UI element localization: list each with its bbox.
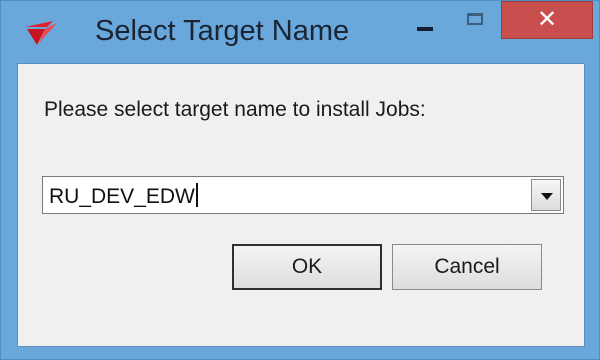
minimize-icon <box>417 27 433 31</box>
select-target-dialog-window: Select Target Name ✕ Please select targe… <box>0 0 600 360</box>
target-name-combobox[interactable]: RU_DEV_EDW <box>42 176 564 214</box>
close-icon: ✕ <box>536 6 558 33</box>
dialog-body: Please select target name to install Job… <box>17 63 585 347</box>
maximize-button[interactable] <box>453 1 499 41</box>
chevron-down-icon <box>541 193 553 200</box>
maximize-icon <box>467 13 483 25</box>
target-name-input[interactable]: RU_DEV_EDW <box>49 183 198 209</box>
dropdown-button[interactable] <box>531 179 561 211</box>
app-logo-icon <box>25 21 57 45</box>
text-caret <box>195 183 198 207</box>
target-name-value: RU_DEV_EDW <box>49 185 195 208</box>
cancel-button[interactable]: Cancel <box>392 244 542 290</box>
title-bar[interactable]: Select Target Name ✕ <box>1 1 599 63</box>
ok-button[interactable]: OK <box>232 244 382 290</box>
prompt-label: Please select target name to install Job… <box>44 98 426 121</box>
close-button[interactable]: ✕ <box>501 1 593 39</box>
minimize-button[interactable] <box>405 1 447 41</box>
window-title: Select Target Name <box>95 15 350 47</box>
